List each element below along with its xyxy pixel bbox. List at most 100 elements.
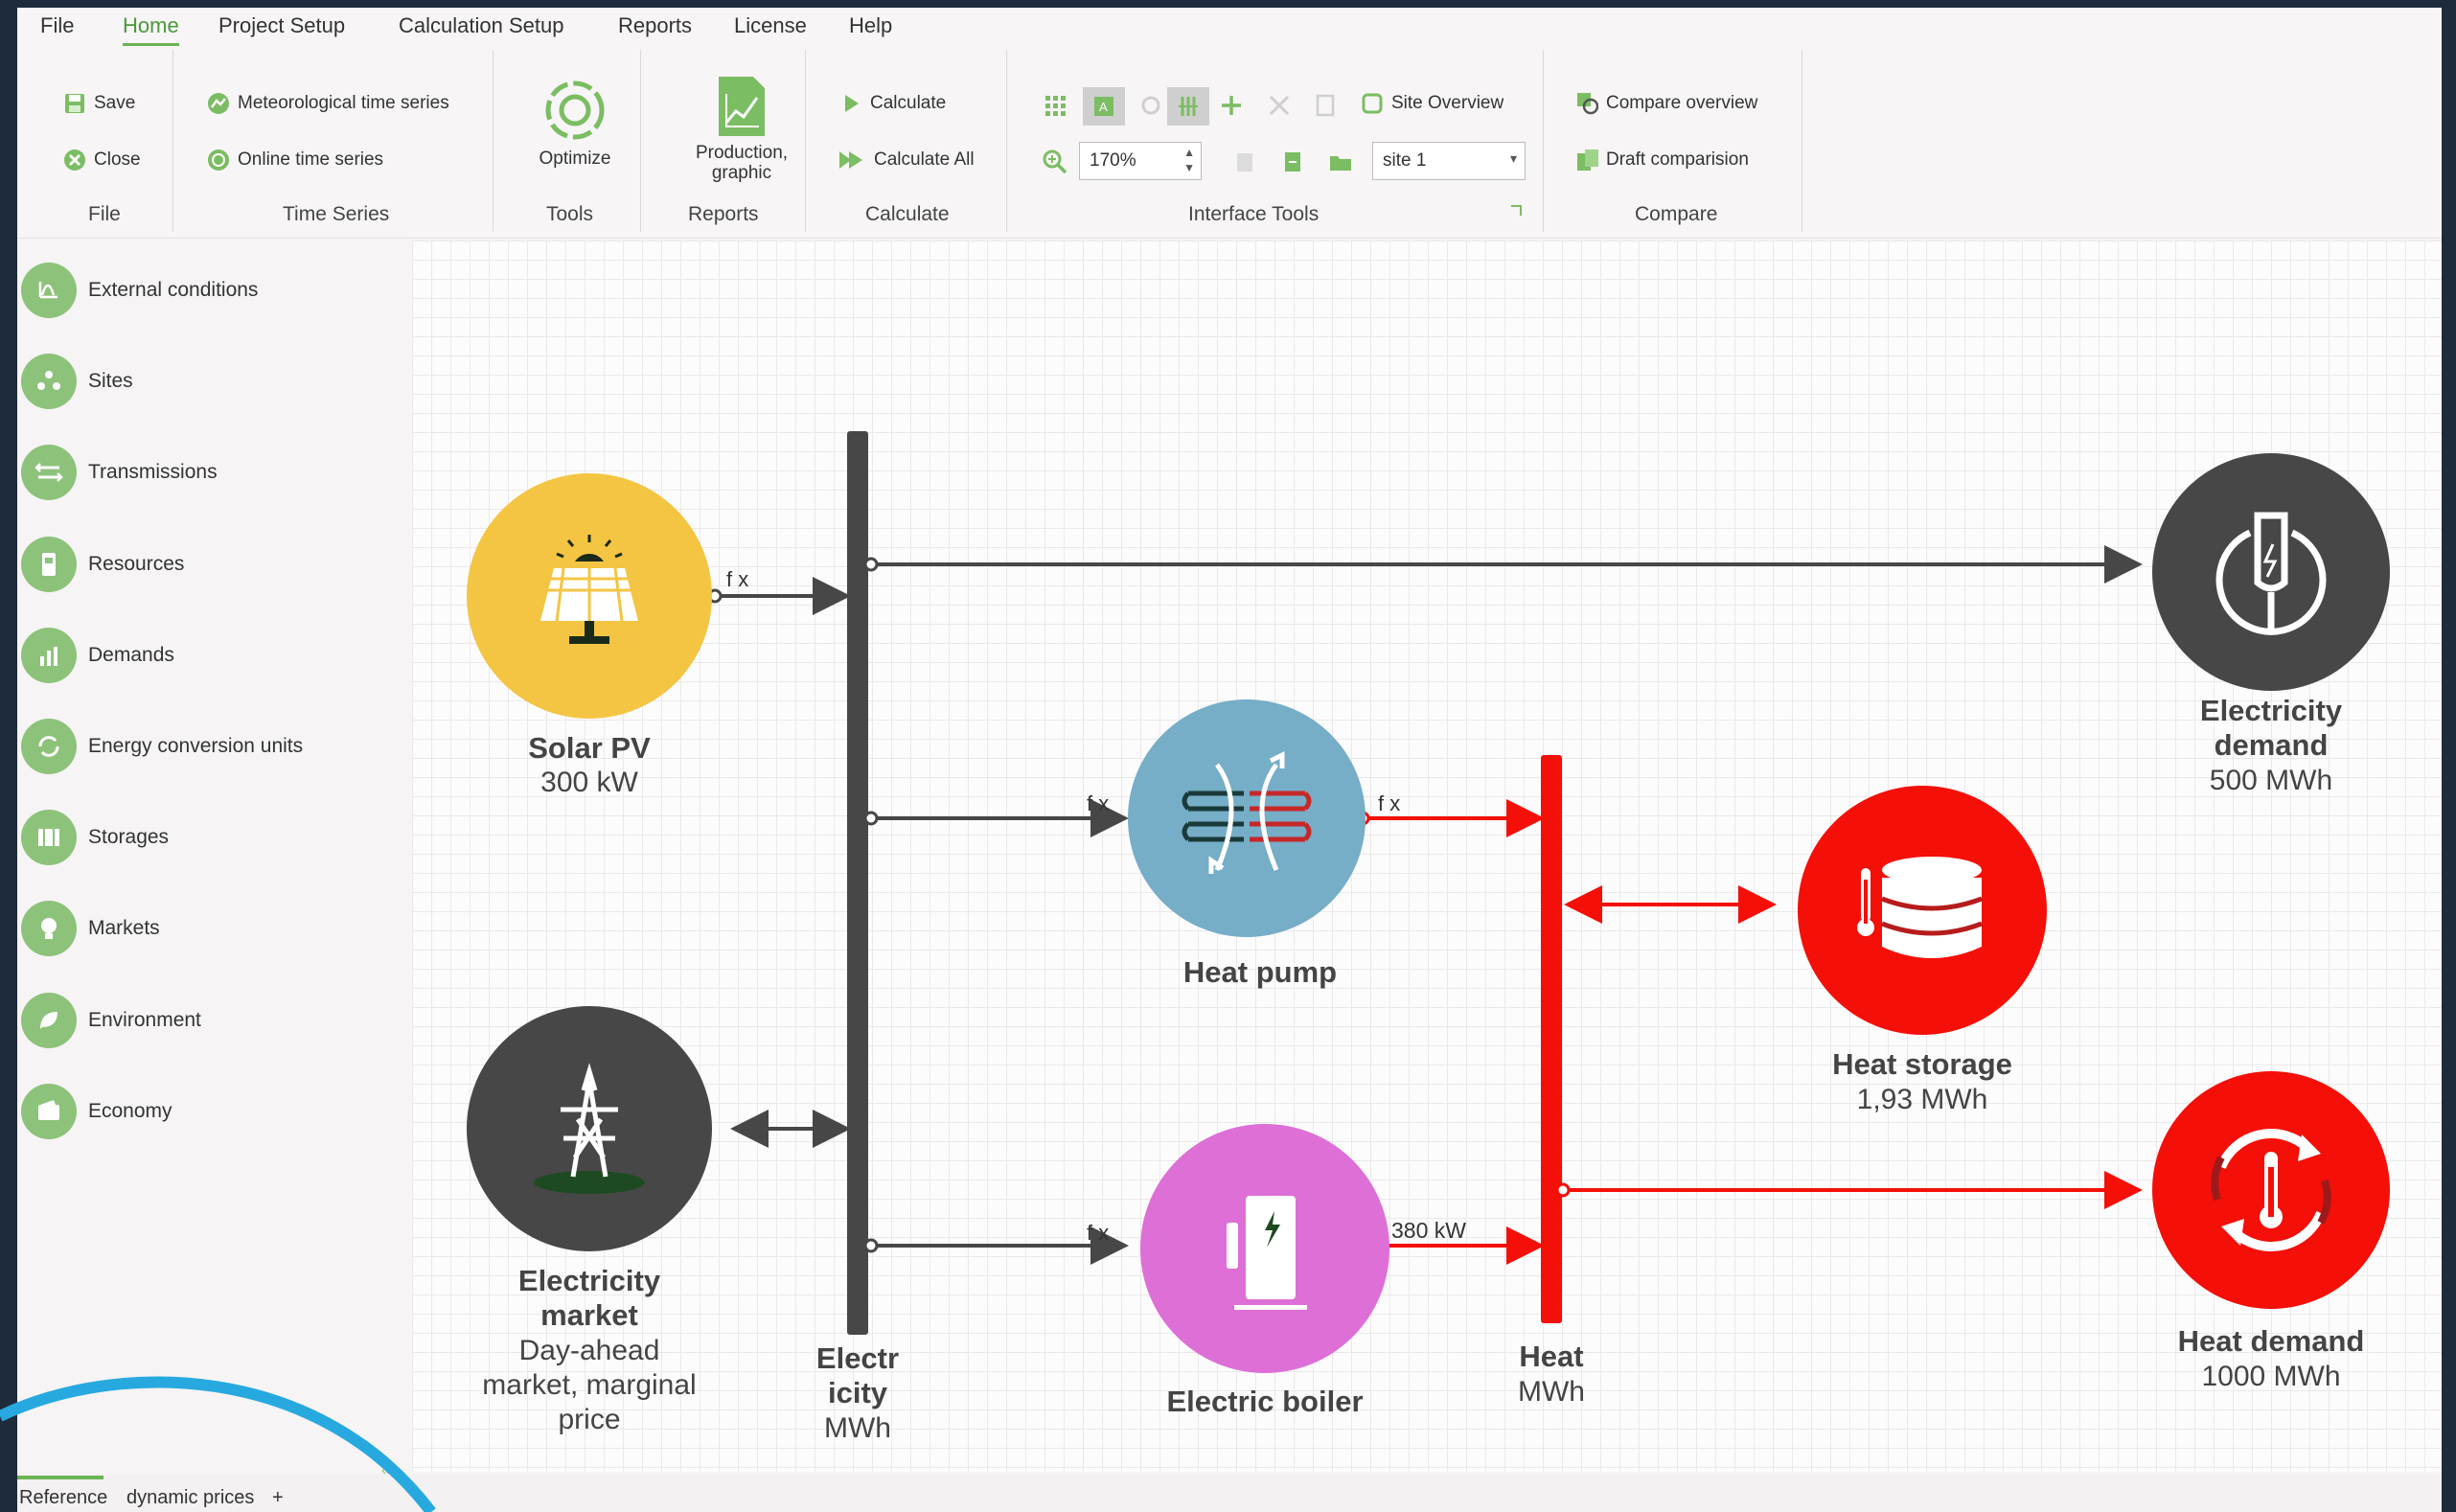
sidebar-item-label: Resources xyxy=(88,552,185,575)
folder-icon[interactable] xyxy=(1324,146,1357,178)
sidebar-item-label: Demands xyxy=(88,643,174,666)
electricity-bus-name-1: Electr xyxy=(816,1341,899,1375)
calculate-all-button[interactable]: Calculate All xyxy=(838,149,975,172)
connection-solar-to-bus[interactable] xyxy=(707,577,851,615)
draft-comparison-button[interactable]: Draft comparision xyxy=(1575,149,1749,172)
meteorological-time-series-button[interactable]: Meteorological time series xyxy=(207,92,449,115)
site-overview-label: Site Overview xyxy=(1391,93,1504,113)
connection-bus-to-heat-pump[interactable] xyxy=(863,799,1129,837)
heat-storage-node[interactable] xyxy=(1798,786,2047,1035)
conversion-cycle-icon xyxy=(21,719,77,774)
sidebar-item-label: Sites xyxy=(88,370,133,393)
solar-pv-value: 300 kW xyxy=(540,767,638,798)
sidebar-item-label: External conditions xyxy=(88,279,259,301)
electricity-market-desc-3: price xyxy=(558,1404,620,1435)
save-button[interactable]: Save xyxy=(63,92,135,115)
heat-bus[interactable] xyxy=(1541,755,1562,1323)
fx-label-heat-pump-out: f x xyxy=(1378,791,1400,815)
electricity-bus-unit: MWh xyxy=(824,1412,891,1444)
production-graphic-icon xyxy=(719,77,765,136)
site-overview-button[interactable]: Site Overview xyxy=(1361,92,1503,115)
sidebar-item-environment[interactable]: Environment xyxy=(21,992,201,1048)
online-icon xyxy=(207,149,230,172)
production-graphic-button[interactable]: Production, graphic xyxy=(675,75,809,183)
zoom-icon[interactable] xyxy=(1039,146,1071,178)
align-icon[interactable] xyxy=(1167,87,1209,126)
group-label-reports: Reports xyxy=(688,203,759,225)
calculate-label: Calculate xyxy=(870,93,947,113)
menu-help[interactable]: Help xyxy=(849,13,892,38)
electricity-market-node[interactable] xyxy=(467,1006,712,1251)
calculate-button[interactable]: Calculate xyxy=(839,92,946,115)
menu-file[interactable]: File xyxy=(40,13,74,38)
zoom-input[interactable]: 170% ▲ ▼ xyxy=(1079,142,1202,180)
collapse-chevron-icon[interactable]: « xyxy=(381,1462,390,1479)
heat-demand-node[interactable] xyxy=(2152,1071,2390,1309)
site-select[interactable]: site 1 ▾ xyxy=(1372,142,1526,180)
sidebar-item-resources[interactable]: Resources xyxy=(21,536,185,592)
connection-bus-to-electricity-demand[interactable] xyxy=(863,545,2143,584)
electricity-demand-node[interactable] xyxy=(2152,453,2390,691)
sidebar-item-sites[interactable]: Sites xyxy=(21,354,133,410)
add-icon[interactable] xyxy=(1215,89,1248,122)
group-label-compare: Compare xyxy=(1635,203,1718,225)
sidebar-item-transmissions[interactable]: Transmissions xyxy=(21,445,218,501)
menu-project-setup[interactable]: Project Setup xyxy=(218,13,345,38)
energy-system-diagram: f x f x f x f x 380 kW Solar PV 300 kW E… xyxy=(467,431,2390,1444)
sidebar-item-energy-conversion-units[interactable]: Energy conversion units xyxy=(21,719,303,774)
chart-curve-icon xyxy=(21,263,77,318)
compare-overview-label: Compare overview xyxy=(1606,93,1758,113)
paste-icon[interactable] xyxy=(1228,146,1261,178)
sidebar-item-label: Transmissions xyxy=(88,461,218,484)
svg-text:A: A xyxy=(1099,100,1108,114)
copy-icon[interactable] xyxy=(1309,89,1342,122)
menu-reports[interactable]: Reports xyxy=(618,13,692,38)
solar-pv-node[interactable] xyxy=(467,473,712,719)
production-label-2: graphic xyxy=(711,163,772,183)
electric-boiler-node[interactable] xyxy=(1140,1124,1389,1373)
sidebar-item-storages[interactable]: Storages xyxy=(21,810,170,866)
sidebar-item-label: Energy conversion units xyxy=(88,735,304,757)
sidebar-item-markets[interactable]: Markets xyxy=(21,901,160,957)
tab-dynamic-prices[interactable]: dynamic prices xyxy=(126,1487,254,1509)
connection-heat-bus-to-heat-demand[interactable] xyxy=(1555,1171,2143,1209)
online-time-series-button[interactable]: Online time series xyxy=(207,149,383,172)
storage-icon xyxy=(21,810,77,866)
menu-home[interactable]: Home xyxy=(123,13,179,46)
meteo-icon xyxy=(207,92,230,115)
label-toggle-icon[interactable]: A xyxy=(1083,87,1125,126)
sidebar-item-external-conditions[interactable]: External conditions xyxy=(21,263,258,318)
sidebar-item-demands[interactable]: Demands xyxy=(21,627,174,683)
group-label-interface-tools: Interface Tools xyxy=(1188,203,1320,225)
site-overview-icon xyxy=(1361,92,1384,115)
delete-icon[interactable] xyxy=(1263,89,1296,122)
optimize-button[interactable]: Optimize xyxy=(527,77,623,169)
group-label-calculate: Calculate xyxy=(865,203,950,225)
dialog-launcher-icon[interactable] xyxy=(1506,201,1526,220)
add-tab-button[interactable]: + xyxy=(272,1487,284,1509)
menu-license[interactable]: License xyxy=(734,13,807,38)
solar-pv-name: Solar PV xyxy=(528,731,651,765)
electricity-demand-value: 500 MWh xyxy=(2210,765,2332,796)
refresh-icon[interactable] xyxy=(1135,89,1167,122)
meteo-label: Meteorological time series xyxy=(238,93,449,113)
zoom-value: 170% xyxy=(1090,150,1136,171)
tab-reference[interactable]: Reference xyxy=(19,1487,107,1509)
connection-bus-to-boiler[interactable] xyxy=(863,1226,1129,1265)
export-icon[interactable] xyxy=(1276,146,1309,178)
fx-label-heat-pump-in: f x xyxy=(1087,791,1109,815)
close-button[interactable]: Close xyxy=(63,149,141,172)
heat-pump-node[interactable] xyxy=(1128,699,1366,937)
electricity-market-desc-1: Day-ahead xyxy=(519,1335,660,1366)
sidebar-item-label: Economy xyxy=(88,1099,172,1122)
save-label: Save xyxy=(94,93,136,113)
electricity-market-name-2: market xyxy=(540,1298,638,1332)
compare-overview-button[interactable]: Compare overview xyxy=(1575,92,1757,115)
grid-icon[interactable] xyxy=(1039,89,1071,122)
save-icon xyxy=(63,92,86,115)
zoom-spin-icon[interactable]: ▲ ▼ xyxy=(1183,145,1195,175)
heat-storage-value: 1,93 MWh xyxy=(1857,1084,1988,1115)
sidebar-item-economy[interactable]: Economy xyxy=(21,1083,172,1139)
menu-calculation-setup[interactable]: Calculation Setup xyxy=(399,13,563,38)
sidebar-item-label: Storages xyxy=(88,826,170,849)
